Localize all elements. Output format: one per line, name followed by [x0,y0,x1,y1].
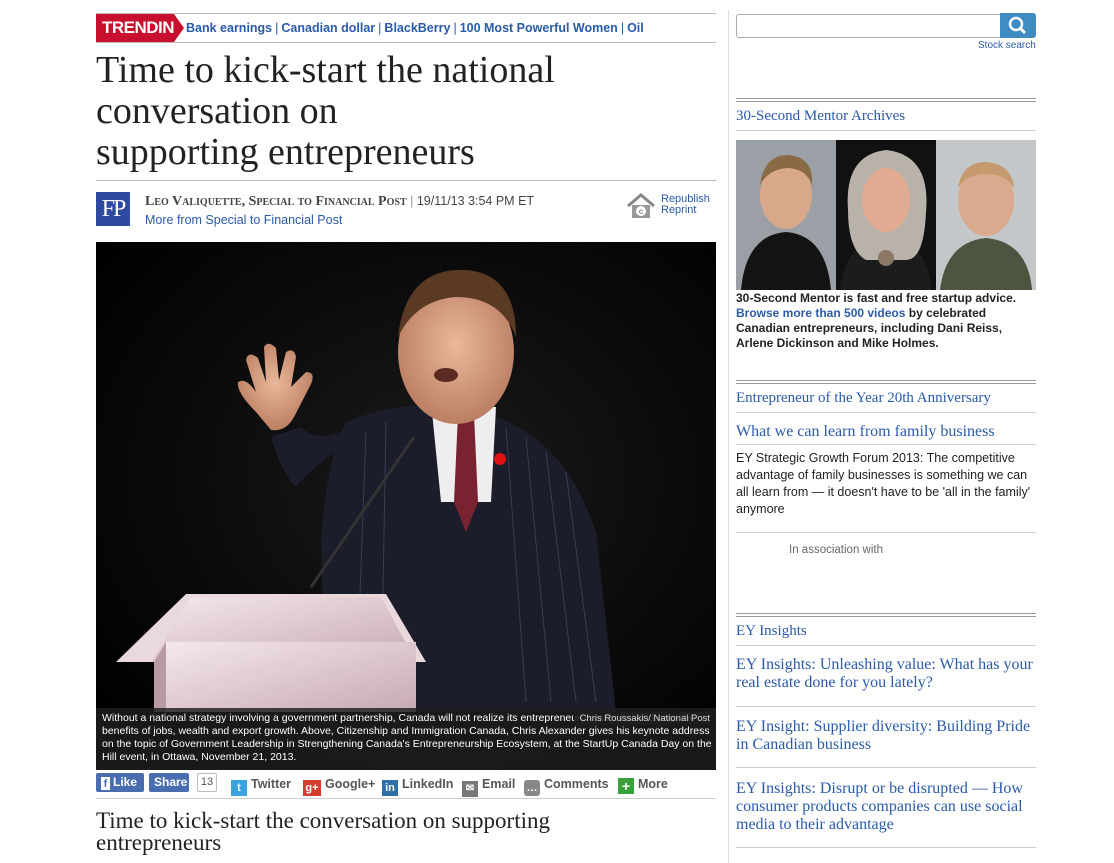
article-subhead: Time to kick-start the conversation on s… [96,808,716,855]
twitter-label: Twitter [251,777,292,791]
mentor-heading-text: 30-Second Mentor Archives [736,108,906,124]
linkedin-icon: in [382,780,398,796]
trending-bar: TRENDING Bank earnings | Canadian dollar | B… [96,13,716,43]
reprint-link[interactable]: Reprint [661,205,710,216]
column-divider [728,10,729,863]
ey-insight-link[interactable]: EY Insight: Supplier diversity: Building… [736,718,1036,754]
headline-line: supporting entrepreneurs [96,131,475,173]
publish-date: 19/11/13 3:54 PM ET [416,194,535,208]
trending-link-bank-earnings[interactable]: Bank earnings [186,21,272,35]
trending-links: Bank earnings | Canadian dollar | BlackBerry… [186,21,644,35]
mentor-description: 30-Second Mentor is fast and free startu… [736,291,1036,351]
mentor-portraits [736,140,1036,290]
republish-icon: c [627,193,655,218]
linkedin-share[interactable]: in LinkedIn [382,775,454,796]
linkedin-label: LinkedIn [402,777,454,791]
browse-videos-link[interactable]: Browse more than 500 videos [736,306,905,320]
divider [736,532,1036,533]
facebook-icon: f [101,777,110,790]
twitter-icon: t [231,780,247,796]
article-headline: Time to kick-start the national conversa… [96,50,716,173]
photo-caption-bar: Without a national strategy involving a … [96,708,716,770]
mentor-heading[interactable]: 30-Second Mentor Archives [736,98,1036,131]
facebook-share-button[interactable]: Share [149,773,189,792]
more-from-link[interactable]: More from Special to Financial Post [145,213,342,227]
comments-label: Comments [544,777,609,791]
email-icon: ✉ [462,781,478,797]
googleplus-share[interactable]: g+ Google+ [303,775,376,796]
googleplus-icon: g+ [303,780,321,796]
comments-link[interactable]: … Comments [524,775,609,796]
email-share[interactable]: ✉ Email [462,775,516,797]
eoy-description: EY Strategic Growth Forum 2013: The comp… [736,451,1031,516]
subhead-line: Time to kick-start the conversation on s… [96,808,550,833]
byline: Leo Valiquette, Special to Financial Pos… [145,194,535,209]
stock-search-link[interactable]: Stock search [978,40,1036,51]
more-label: More [638,777,668,791]
republish-reprint[interactable]: c Republish Reprint [626,192,716,224]
mentor-text-a: 30-Second Mentor is fast and free startu… [736,291,1017,305]
author-name[interactable]: Leo Valiquette, Special to Financial Pos… [145,194,407,209]
svg-text:c: c [639,207,644,216]
fp-logo: FP [96,192,130,226]
ey-insight-link[interactable]: EY Insights: Unleashing value: What has … [736,656,1036,692]
trending-link-blackberry[interactable]: BlackBerry [384,21,450,35]
plus-icon: + [618,778,634,794]
trending-link-canadian-dollar[interactable]: Canadian dollar [281,21,375,35]
comments-icon: … [524,780,540,796]
speaker-photo [96,242,716,770]
facebook-like-button[interactable]: f Like [96,773,144,792]
family-business-link[interactable]: What we can learn from family business [736,423,1036,441]
headline-line: Time to kick-start the national [96,49,555,91]
search-icon [1008,16,1027,35]
twitter-share[interactable]: t Twitter [231,775,292,796]
share-count: 13 [197,773,217,792]
trending-link-powerful-women[interactable]: 100 Most Powerful Women [460,21,618,35]
headline-line: conversation on [96,90,338,132]
trending-link-oil[interactable]: Oil [627,21,644,35]
googleplus-label: Google+ [325,777,376,791]
mentor-photos[interactable] [736,140,1036,290]
photo-credit: Chris Roussakis/ National Post [573,712,710,725]
stock-search-input[interactable] [736,14,1002,38]
trending-badge: TRENDING [96,14,187,42]
ey-insight-link[interactable]: EY Insights: Disrupt or be disrupted — H… [736,780,1036,834]
article-photo: Without a national strategy involving a … [96,242,716,770]
divider [736,444,1036,445]
divider [736,767,1036,768]
divider [736,706,1036,707]
eoy-heading[interactable]: Entrepreneur of the Year 20th Anniversar… [736,380,1036,413]
like-label: Like [113,775,138,789]
email-label: Email [482,777,516,791]
search-button[interactable] [1000,13,1036,38]
ey-insights-heading-text: EY Insights [736,623,807,639]
divider [736,847,1036,848]
in-association-with: In association with [789,544,883,556]
eoy-heading-text: Entrepreneur of the Year 20th Anniversar… [736,390,991,406]
more-share[interactable]: + More [618,775,668,794]
ey-insights-heading[interactable]: EY Insights [736,613,1036,646]
subhead-line: entrepreneurs [96,830,222,855]
share-bar: f Like Share 13 t Twitter g+ Google+ in Link… [96,770,716,799]
byline-divider [96,180,716,181]
